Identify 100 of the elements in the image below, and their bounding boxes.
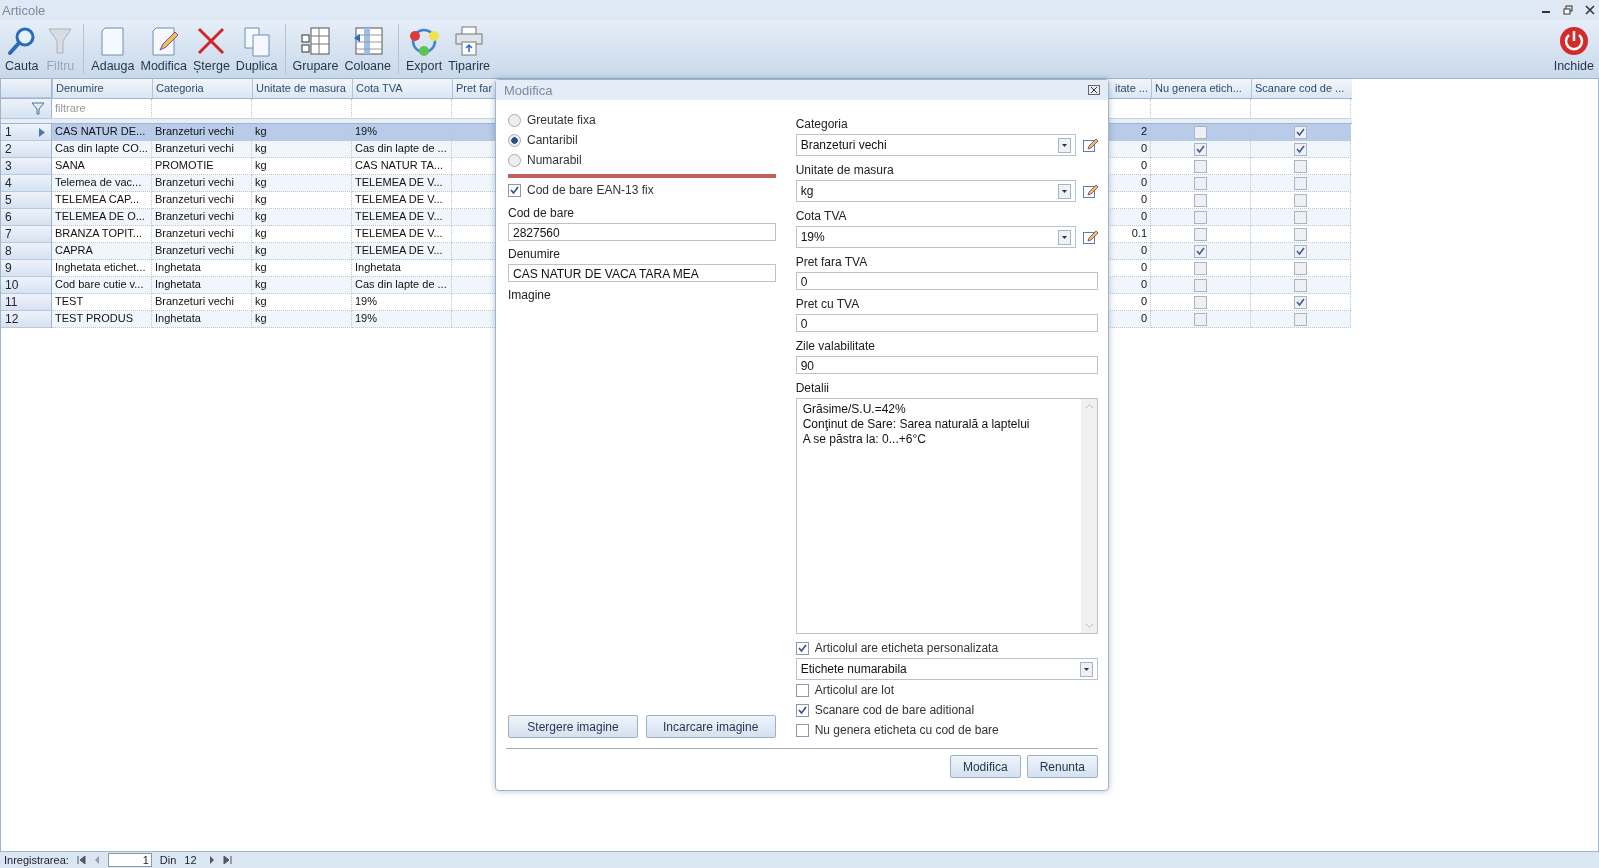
checkbox[interactable] bbox=[1194, 312, 1207, 326]
checkbox[interactable] bbox=[1194, 159, 1207, 173]
edit-icon[interactable] bbox=[1082, 183, 1098, 199]
checkbox[interactable] bbox=[508, 183, 521, 197]
details-text: Grăsime/S.U.=42% Conţinut de Sare: Sarea naturală a laptelui A se păstra la: 0...+6°C bbox=[801, 401, 1031, 448]
text-field[interactable]: 0 bbox=[795, 314, 1098, 332]
checkbox[interactable] bbox=[1194, 210, 1207, 224]
row-header[interactable]: 2 bbox=[1, 141, 52, 158]
text-field[interactable]: 0 bbox=[795, 272, 1098, 290]
row-header[interactable]: 11 bbox=[1, 294, 52, 311]
checkbox[interactable] bbox=[1294, 227, 1307, 241]
toolbar-button[interactable]: Export bbox=[403, 20, 446, 78]
dropdown-field[interactable]: Etichete numarabila bbox=[795, 658, 1098, 680]
column-header[interactable]: Unitate de masura bbox=[252, 79, 352, 98]
toolbar-button[interactable]: Adauga bbox=[88, 20, 138, 78]
table-cell: 2 bbox=[1140, 125, 1147, 137]
checkbox[interactable] bbox=[1194, 125, 1207, 139]
checkbox[interactable] bbox=[1194, 142, 1207, 156]
checkbox[interactable] bbox=[1294, 125, 1307, 139]
table-cell: Branzeturi vechi bbox=[155, 125, 234, 137]
dialog-button[interactable]: Modifica bbox=[949, 755, 1021, 778]
checkbox[interactable] bbox=[1294, 159, 1307, 173]
checkbox[interactable] bbox=[1294, 278, 1307, 292]
power-icon bbox=[1557, 25, 1590, 57]
text-field[interactable]: 90 bbox=[795, 356, 1098, 374]
text-area[interactable]: Grăsime/S.U.=42% Conţinut de Sare: Sarea naturală a laptelui A se păstra la: 0...+6°C bbox=[795, 398, 1098, 634]
row-header[interactable]: 5 bbox=[1, 192, 52, 209]
toolbar-button[interactable]: Cauta bbox=[2, 20, 42, 78]
radio-button[interactable] bbox=[508, 153, 521, 167]
field-label: Categoria bbox=[795, 117, 849, 131]
scroll-down-icon[interactable] bbox=[1084, 623, 1094, 629]
table-cell: kg bbox=[255, 176, 267, 188]
row-header[interactable]: 3 bbox=[1, 158, 52, 175]
column-header[interactable]: Denumire bbox=[52, 79, 152, 98]
checkbox[interactable] bbox=[1194, 227, 1207, 241]
checkbox[interactable] bbox=[795, 723, 809, 737]
row-header[interactable]: 12 bbox=[1, 311, 52, 328]
text-field[interactable]: 2827560 bbox=[508, 223, 776, 241]
table-cell: Branzeturi vechi bbox=[155, 210, 234, 222]
table-cell: Cas din lapte CO... bbox=[55, 142, 148, 154]
scroll-up-icon[interactable] bbox=[1084, 403, 1094, 409]
row-header[interactable]: 1 bbox=[1, 124, 52, 141]
checkbox[interactable] bbox=[1194, 244, 1207, 258]
row-header[interactable]: 8 bbox=[1, 243, 52, 260]
row-header[interactable]: 6 bbox=[1, 209, 52, 226]
close-icon[interactable] bbox=[1088, 85, 1100, 95]
radio-button[interactable] bbox=[508, 133, 521, 147]
checkbox[interactable] bbox=[1194, 261, 1207, 275]
previous-record-icon[interactable] bbox=[93, 856, 100, 864]
scrollbar[interactable] bbox=[1081, 399, 1097, 633]
column-header[interactable]: Scanare cod de ... bbox=[1251, 79, 1351, 98]
checkbox[interactable] bbox=[795, 641, 809, 655]
toolbar-button[interactable]: Coloane bbox=[341, 20, 394, 78]
text-field[interactable]: CAS NATUR DE VACA TARA MEA bbox=[508, 264, 776, 282]
restore-icon[interactable] bbox=[1563, 5, 1573, 15]
checkbox[interactable] bbox=[1294, 295, 1307, 309]
dropdown-field[interactable]: kg bbox=[795, 180, 1076, 202]
next-record-icon[interactable] bbox=[208, 856, 215, 864]
image-button[interactable]: Stergere imagine bbox=[508, 715, 638, 738]
row-header[interactable]: 7 bbox=[1, 226, 52, 243]
toolbar-button[interactable]: Tiparire bbox=[445, 20, 494, 78]
table-cell: Cod bare cutie v... bbox=[55, 278, 144, 290]
edit-icon[interactable] bbox=[1082, 137, 1098, 153]
checkbox[interactable] bbox=[1294, 142, 1307, 156]
dialog-button[interactable]: Renunta bbox=[1026, 755, 1098, 778]
radio-button[interactable] bbox=[508, 113, 521, 127]
column-header[interactable]: Cota TVA bbox=[352, 79, 452, 98]
table-cell: Branzeturi vechi bbox=[155, 295, 234, 307]
toolbar-button[interactable]: Șterge bbox=[190, 20, 233, 78]
checkbox[interactable] bbox=[1194, 193, 1207, 207]
checkbox[interactable] bbox=[1194, 278, 1207, 292]
checkbox[interactable] bbox=[1294, 244, 1307, 258]
close-button[interactable]: Inchide bbox=[1550, 20, 1597, 78]
row-header[interactable]: 4 bbox=[1, 175, 52, 192]
first-record-icon[interactable] bbox=[76, 856, 86, 864]
dropdown-field[interactable]: Branzeturi vechi bbox=[795, 134, 1076, 156]
checkbox[interactable] bbox=[1294, 210, 1307, 224]
row-header[interactable]: 10 bbox=[1, 277, 52, 294]
checkbox[interactable] bbox=[1294, 176, 1307, 190]
checkbox[interactable] bbox=[1294, 312, 1307, 326]
toolbar-button[interactable]: Modifica bbox=[137, 20, 190, 78]
checkbox[interactable] bbox=[795, 683, 809, 697]
checkbox[interactable] bbox=[795, 703, 809, 717]
filter-field[interactable]: filtrare bbox=[52, 99, 154, 117]
last-record-icon[interactable] bbox=[222, 856, 232, 864]
checkbox[interactable] bbox=[1294, 261, 1307, 275]
checkbox[interactable] bbox=[1294, 193, 1307, 207]
edit-icon[interactable] bbox=[1082, 229, 1098, 245]
dropdown-field[interactable]: 19% bbox=[795, 226, 1076, 248]
toolbar-button[interactable]: Duplica bbox=[232, 20, 281, 78]
toolbar-button[interactable]: Grupare bbox=[289, 20, 342, 78]
close-icon[interactable] bbox=[1585, 5, 1595, 15]
row-header[interactable]: 9 bbox=[1, 260, 52, 277]
column-header[interactable]: Nu genera etich... bbox=[1151, 79, 1251, 98]
column-header[interactable]: Categoria bbox=[152, 79, 252, 98]
image-button[interactable]: Incarcare imagine bbox=[645, 715, 776, 738]
table-cell: kg bbox=[255, 159, 267, 171]
checkbox[interactable] bbox=[1194, 295, 1207, 309]
checkbox[interactable] bbox=[1194, 176, 1207, 190]
record-field[interactable]: 1 bbox=[107, 853, 152, 867]
